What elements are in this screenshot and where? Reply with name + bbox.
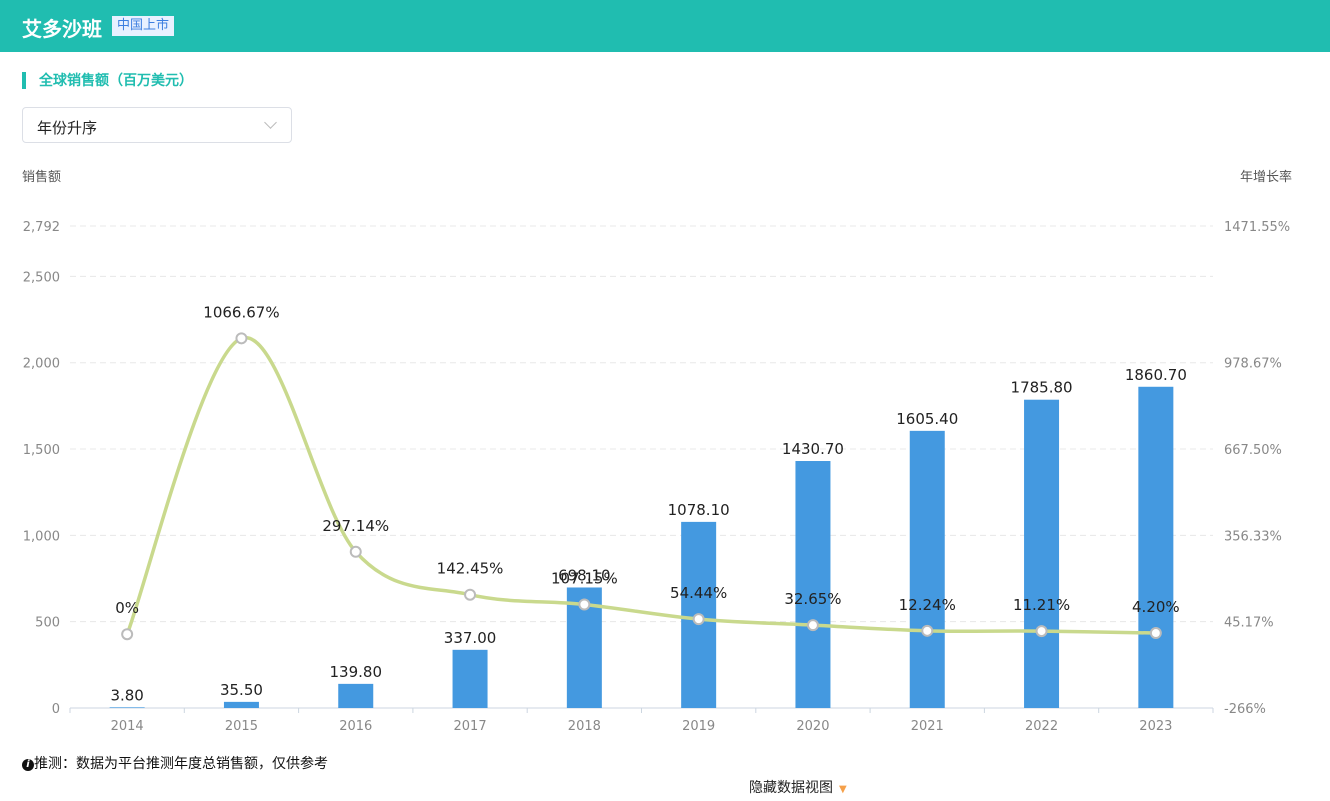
- x-tick-label: 2019: [682, 719, 715, 734]
- growth-value-label: 12.24%: [899, 596, 956, 614]
- bar-value-label: 1605.40: [896, 410, 958, 428]
- header-bar: 艾多沙班 中国上市: [0, 0, 1330, 52]
- left-tick-label: 2,792: [23, 220, 60, 235]
- estimate-note: i 推测：数据为平台推测年度总销售额，仅供参考: [22, 753, 328, 773]
- x-tick-label: 2022: [1025, 719, 1058, 734]
- left-tick-label: 2,000: [23, 357, 60, 372]
- growth-point: [692, 613, 705, 626]
- right-tick-label: 667.50%: [1224, 443, 1282, 458]
- growth-point: [1035, 625, 1048, 638]
- x-tick-label: 2020: [796, 719, 829, 734]
- sort-select[interactable]: 年份升序: [22, 107, 292, 143]
- growth-point: [235, 332, 248, 345]
- bar-value-label: 139.80: [330, 663, 383, 681]
- bar: [681, 521, 717, 708]
- left-tick-label: 500: [35, 616, 60, 631]
- bar: [452, 649, 488, 708]
- bar: [566, 587, 602, 708]
- bar-value-label: 3.80: [110, 686, 143, 704]
- x-tick-label: 2015: [225, 719, 258, 734]
- left-axis-title: 销售额: [22, 170, 62, 185]
- growth-value-label: 107.15%: [551, 569, 618, 587]
- x-tick-label: 2021: [911, 719, 944, 734]
- right-tick-label: 45.17%: [1224, 616, 1274, 631]
- x-tick-label: 2018: [568, 719, 601, 734]
- bar: [1138, 386, 1174, 708]
- toggle-label: 隐藏数据视图: [749, 780, 833, 796]
- sort-select-value: 年份升序: [37, 119, 98, 137]
- bar-value-label: 1785.80: [1011, 379, 1073, 397]
- bar-value-label: 698.10: [558, 566, 611, 584]
- x-tick-label: 2016: [339, 719, 372, 734]
- right-axis-title: 年增长率: [1239, 170, 1292, 185]
- right-tick-label: 978.67%: [1224, 357, 1282, 372]
- growth-value-label: 4.20%: [1132, 598, 1180, 616]
- section-title: 全球销售额（百万美元）: [22, 72, 193, 89]
- growth-value-label: 142.45%: [437, 560, 504, 578]
- bar: [909, 430, 945, 708]
- triangle-down-icon: ▼: [839, 784, 847, 795]
- bar-value-label: 1860.70: [1125, 366, 1187, 384]
- growth-point: [349, 545, 362, 558]
- x-tick-label: 2017: [454, 719, 487, 734]
- bar-value-label: 1430.70: [782, 440, 844, 458]
- right-tick-label: -266%: [1224, 702, 1266, 717]
- x-tick-label: 2014: [111, 719, 144, 734]
- growth-value-label: 11.21%: [1013, 596, 1070, 614]
- growth-point: [921, 624, 934, 637]
- left-tick-label: 1,500: [23, 443, 60, 458]
- growth-point: [806, 619, 819, 632]
- growth-point: [578, 598, 591, 611]
- growth-value-label: 1066.67%: [203, 303, 279, 321]
- growth-value-label: 0%: [115, 599, 139, 617]
- growth-value-label: 54.44%: [670, 584, 727, 602]
- estimate-note-text: 推测：数据为平台推测年度总销售额，仅供参考: [34, 756, 328, 772]
- hide-data-view-toggle[interactable]: 隐藏数据视图 ▼: [749, 777, 847, 797]
- growth-line: [125, 336, 1156, 635]
- right-tick-label: 1471.55%: [1224, 220, 1290, 235]
- company-name: 艾多沙班: [22, 17, 102, 41]
- growth-point: [1149, 627, 1162, 640]
- growth-value-label: 297.14%: [322, 517, 389, 535]
- bar: [1024, 399, 1060, 708]
- chevron-down-icon: [264, 116, 277, 129]
- bar-value-label: 337.00: [444, 629, 497, 647]
- bar-value-label: 1078.10: [668, 501, 730, 519]
- bar-value-label: 35.50: [220, 681, 263, 699]
- growth-point: [121, 628, 134, 641]
- bar: [223, 701, 259, 708]
- listing-badge: 中国上市: [112, 16, 175, 36]
- right-tick-label: 356.33%: [1224, 529, 1282, 544]
- growth-value-label: 32.65%: [784, 590, 841, 608]
- bar: [795, 461, 831, 708]
- left-tick-label: 0: [52, 702, 60, 717]
- left-tick-label: 1,000: [23, 529, 60, 544]
- bar: [338, 683, 374, 708]
- bar: [109, 707, 145, 708]
- info-icon: i: [22, 759, 34, 771]
- left-tick-label: 2,500: [23, 270, 60, 285]
- x-tick-label: 2023: [1139, 719, 1172, 734]
- growth-point: [464, 588, 477, 601]
